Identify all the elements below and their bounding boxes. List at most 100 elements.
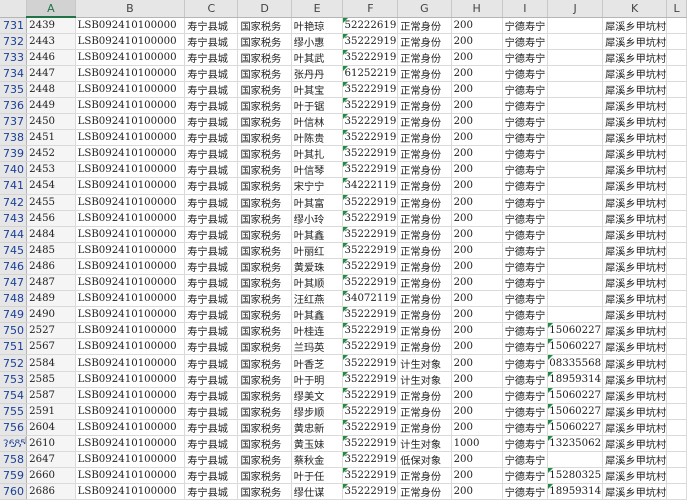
cell-e[interactable]: 叶其扎 [291, 145, 344, 163]
column-header-c[interactable]: C [184, 0, 239, 18]
cell-e[interactable]: 缪小玲 [291, 210, 344, 227]
cell-i[interactable]: 宁德寿宁 [502, 387, 549, 404]
cell-a[interactable]: 2450 [26, 113, 76, 131]
cell-j[interactable] [547, 97, 604, 115]
cell-d[interactable]: 国家税务 [237, 419, 292, 436]
column-header-l[interactable]: L [666, 0, 687, 18]
cell-e[interactable]: 叶其顺 [291, 274, 344, 292]
cell-b[interactable]: LSB092410100000 [75, 419, 186, 436]
row-header[interactable]: 749 [0, 306, 28, 324]
cell-l[interactable] [666, 129, 687, 147]
cell-c[interactable]: 寿宁县城 [184, 194, 239, 211]
cell-f[interactable]: 35222919 [342, 483, 399, 500]
cell-i[interactable]: 宁德寿宁 [502, 210, 549, 227]
cell-d[interactable]: 国家税务 [237, 81, 292, 98]
cell-b[interactable]: LSB092410100000 [75, 387, 186, 404]
row-header[interactable]: 746 [0, 258, 28, 276]
cell-a[interactable]: 2452 [26, 145, 76, 163]
cell-e[interactable]: 黄玉妹 [291, 435, 344, 453]
cell-e[interactable]: 叶艳琼 [291, 17, 344, 34]
cell-f[interactable]: 35222919 [342, 210, 399, 227]
cell-a[interactable]: 2453 [26, 161, 76, 179]
column-header-g[interactable]: G [397, 0, 452, 18]
cell-k[interactable]: 犀溪乡甲坑村 [602, 435, 668, 453]
cell-a[interactable]: 2490 [26, 306, 76, 324]
cell-d[interactable]: 国家税务 [237, 354, 292, 372]
cell-k[interactable]: 犀溪乡甲坑村 [602, 33, 668, 50]
cell-g[interactable]: 正常身份 [397, 194, 452, 211]
cell-l[interactable] [666, 242, 687, 259]
cell-d[interactable]: 国家税务 [237, 435, 292, 453]
cell-i[interactable]: 宁德寿宁 [502, 467, 549, 485]
cell-i[interactable]: 宁德寿宁 [502, 322, 549, 340]
cell-f[interactable]: 35222919 [342, 145, 399, 163]
cell-c[interactable]: 寿宁县城 [184, 290, 239, 308]
cell-k[interactable]: 犀溪乡甲坑村 [602, 274, 668, 292]
row-header[interactable]: 737 [0, 113, 28, 131]
cell-e[interactable]: 缪美文 [291, 387, 344, 404]
cell-i[interactable]: 宁德寿宁 [502, 451, 549, 469]
cell-a[interactable]: 2591 [26, 403, 76, 420]
row-header[interactable]: 748 [0, 290, 28, 308]
row-header[interactable]: 745 [0, 242, 28, 259]
cell-f[interactable]: 35222919 [342, 322, 399, 340]
column-header-a[interactable]: A [26, 0, 76, 18]
cell-d[interactable]: 国家税务 [237, 258, 292, 276]
column-header-j[interactable]: J [547, 0, 604, 18]
cell-k[interactable]: 犀溪乡甲坑村 [602, 129, 668, 147]
cell-j[interactable] [547, 258, 604, 276]
cell-l[interactable] [666, 451, 687, 469]
cell-l[interactable] [666, 435, 687, 453]
cell-l[interactable] [666, 354, 687, 372]
row-header[interactable]: 755 [0, 403, 28, 420]
cell-k[interactable]: 犀溪乡甲坑村 [602, 451, 668, 469]
cell-d[interactable]: 国家税务 [237, 49, 292, 66]
row-header[interactable]: 750 [0, 322, 28, 340]
cell-a[interactable]: 2647 [26, 451, 76, 469]
column-header-e[interactable]: E [291, 0, 344, 18]
cell-l[interactable] [666, 161, 687, 179]
cell-d[interactable]: 国家税务 [237, 65, 292, 82]
cell-h[interactable]: 1000 [451, 435, 503, 453]
cell-l[interactable] [666, 371, 687, 388]
cell-g[interactable]: 计生对象 [397, 354, 452, 372]
cell-a[interactable]: 2567 [26, 338, 76, 356]
cell-b[interactable]: LSB092410100000 [75, 306, 186, 324]
cell-i[interactable]: 宁德寿宁 [502, 145, 549, 163]
cell-e[interactable]: 兰玛英 [291, 338, 344, 356]
cell-a[interactable]: 2451 [26, 129, 76, 147]
cell-f[interactable]: 35222919 [342, 226, 399, 243]
cell-f[interactable]: 35222919 [342, 435, 399, 453]
cell-d[interactable]: 国家税务 [237, 306, 292, 324]
row-header[interactable]: 738 [0, 129, 28, 147]
cell-d[interactable]: 国家税务 [237, 161, 292, 179]
cell-l[interactable] [666, 145, 687, 163]
cell-d[interactable]: 国家税务 [237, 177, 292, 195]
cell-b[interactable]: LSB092410100000 [75, 290, 186, 308]
cell-d[interactable]: 国家税务 [237, 290, 292, 308]
cell-e[interactable]: 缪仕谋 [291, 483, 344, 500]
cell-k[interactable]: 犀溪乡甲坑村 [602, 97, 668, 115]
cell-d[interactable]: 国家税务 [237, 129, 292, 147]
cell-d[interactable]: 国家税务 [237, 274, 292, 292]
cell-k[interactable]: 犀溪乡甲坑村 [602, 113, 668, 131]
cell-a[interactable]: 2456 [26, 210, 76, 227]
cell-h[interactable]: 200 [451, 113, 503, 131]
cell-i[interactable]: 宁德寿宁 [502, 435, 549, 453]
cell-f[interactable]: 35222919 [342, 97, 399, 115]
cell-j[interactable]: 15060227 [547, 322, 604, 340]
cell-k[interactable]: 犀溪乡甲坑村 [602, 387, 668, 404]
column-header-f[interactable]: F [342, 0, 399, 18]
cell-e[interactable]: 叶香芝 [291, 354, 344, 372]
cell-b[interactable]: LSB092410100000 [75, 33, 186, 50]
cell-j[interactable] [547, 161, 604, 179]
row-header[interactable]: 760 [0, 483, 28, 500]
cell-b[interactable]: LSB092410100000 [75, 177, 186, 195]
cell-a[interactable]: 2610 [26, 435, 76, 453]
cell-g[interactable]: 正常身份 [397, 49, 452, 66]
cell-k[interactable]: 犀溪乡甲坑村 [602, 161, 668, 179]
cell-h[interactable]: 200 [451, 451, 503, 469]
cell-d[interactable]: 国家税务 [237, 33, 292, 50]
cell-e[interactable]: 叶于明 [291, 371, 344, 388]
cell-e[interactable]: 叶陈贵 [291, 129, 344, 147]
